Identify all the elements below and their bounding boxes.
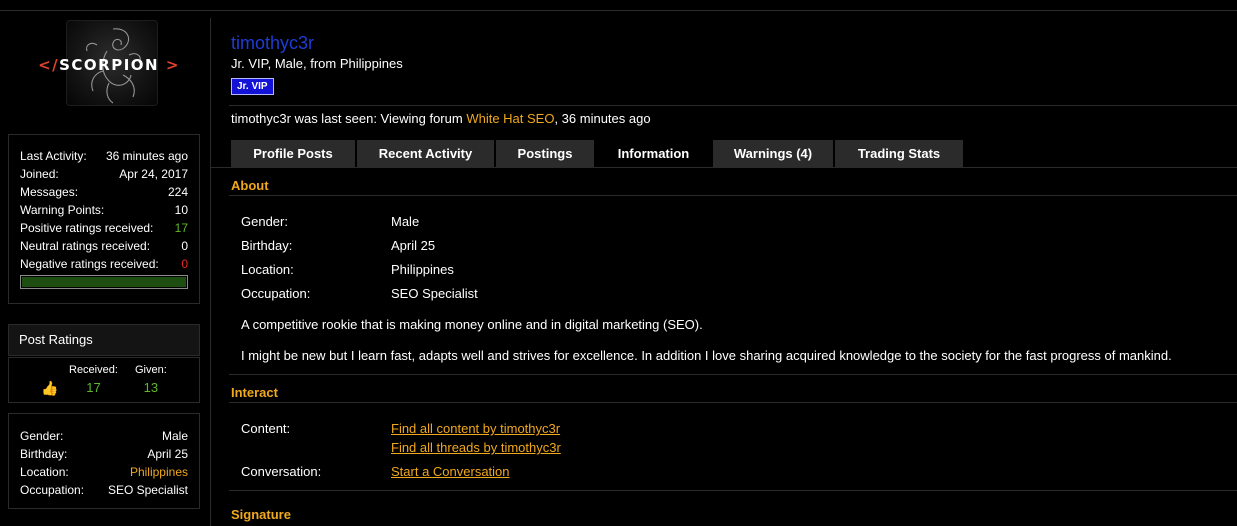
stat-label: Joined:: [20, 167, 59, 181]
logo: </SCORPION >: [34, 56, 184, 74]
stat-row: Warning Points: 10: [20, 201, 188, 219]
rating-bar-fill: [22, 277, 186, 287]
info-label: Location:: [20, 465, 69, 479]
neutral-ratings-value[interactable]: 0: [181, 237, 188, 255]
last-seen: timothyc3r was last seen: Viewing forum …: [231, 111, 651, 126]
post-ratings-panel: 👍 Received: 17 Given: 13: [8, 357, 200, 403]
stat-row: Negative ratings received: 0: [20, 255, 188, 273]
received-column: Received: 17: [69, 364, 118, 395]
about-value: Male: [391, 214, 420, 229]
user-title: Jr. VIP, Male, from Philippines: [231, 56, 403, 71]
received-label: Received:: [69, 364, 118, 376]
signature-heading: Signature: [231, 507, 291, 522]
tab-profile-posts[interactable]: Profile Posts: [231, 140, 355, 168]
find-threads-link[interactable]: Find all threads by timothyc3r: [391, 440, 561, 455]
tab-information[interactable]: Information: [596, 140, 711, 169]
stats-panel: Last Activity: 36 minutes ago Joined: Apr …: [8, 134, 200, 304]
info-row: Occupation: SEO Specialist: [20, 481, 188, 499]
stat-value: 36 minutes ago: [105, 149, 188, 163]
user-info-panel: Gender: Male Birthday: April 25 Location: P…: [8, 413, 200, 509]
info-value: April 25: [147, 447, 188, 461]
about-label: Gender:: [241, 214, 288, 229]
info-row: Gender: Male: [20, 427, 188, 445]
stat-label: Last Activity:: [20, 149, 87, 163]
given-column: Given: 13: [135, 364, 167, 395]
info-value: Male: [161, 429, 188, 443]
thumbs-up-icon: 👍: [41, 380, 59, 396]
content-label: Content:: [241, 421, 291, 436]
positive-ratings-value[interactable]: 17: [175, 219, 188, 237]
about-heading: About: [231, 178, 269, 193]
given-value: 13: [143, 380, 159, 395]
last-seen-prefix: timothyc3r was last seen: Viewing forum: [231, 111, 467, 126]
profile-main: timothyc3r Jr. VIP, Male, from Philippin…: [210, 18, 1237, 526]
stat-row: Messages: 224: [20, 183, 188, 201]
tab-recent-activity[interactable]: Recent Activity: [357, 140, 494, 168]
stat-value: 10: [174, 203, 188, 217]
about-label: Location:: [241, 262, 294, 277]
stat-row: Positive ratings received: 17: [20, 219, 188, 237]
conversation-label: Conversation:: [241, 464, 322, 479]
logo-bracket-close: >: [165, 56, 180, 74]
stat-label: Messages:: [20, 185, 79, 199]
find-content-link[interactable]: Find all content by timothyc3r: [391, 421, 560, 436]
divider: [229, 402, 1237, 403]
info-row: Birthday: April 25: [20, 445, 188, 463]
stat-row: Last Activity: 36 minutes ago: [20, 147, 188, 165]
username[interactable]: timothyc3r: [231, 33, 314, 54]
start-conversation-link[interactable]: Start a Conversation: [391, 464, 510, 479]
stat-label: Positive ratings received:: [20, 221, 154, 235]
info-value: SEO Specialist: [107, 483, 188, 497]
tabs-divider: [211, 167, 1237, 168]
info-label: Birthday:: [20, 447, 68, 461]
logo-bracket-open: </: [38, 56, 60, 74]
bio-paragraph: I might be new but I learn fast, adapts …: [241, 348, 1172, 363]
last-seen-forum-link[interactable]: White Hat SEO: [466, 111, 554, 126]
last-seen-suffix: , 36 minutes ago: [554, 111, 651, 126]
tab-trading-stats[interactable]: Trading Stats: [835, 140, 963, 168]
stat-label: Neutral ratings received:: [20, 239, 151, 253]
top-divider: [0, 10, 1237, 11]
user-badge: Jr. VIP: [231, 78, 274, 95]
given-label: Given:: [135, 364, 167, 376]
post-ratings-header: Post Ratings: [8, 324, 200, 356]
info-label: Gender:: [20, 429, 64, 443]
stat-row: Joined: Apr 24, 2017: [20, 165, 188, 183]
divider: [229, 490, 1237, 491]
info-label: Occupation:: [20, 483, 85, 497]
interact-heading: Interact: [231, 385, 278, 400]
info-row: Location: Philippines: [20, 463, 188, 481]
stat-value[interactable]: 224: [168, 183, 188, 201]
negative-ratings-value[interactable]: 0: [181, 255, 188, 273]
about-value: SEO Specialist: [391, 286, 478, 301]
about-label: Birthday:: [241, 238, 293, 253]
tab-postings[interactable]: Postings: [496, 140, 594, 168]
stat-label: Warning Points:: [20, 203, 105, 217]
logo-text: SCORPION: [59, 56, 160, 74]
tab-warnings[interactable]: Warnings (4): [713, 140, 833, 168]
divider: [229, 374, 1237, 375]
bio-paragraph: A competitive rookie that is making mone…: [241, 317, 703, 332]
avatar[interactable]: </SCORPION >: [8, 18, 200, 118]
about-value: April 25: [391, 238, 436, 253]
rating-bar: [20, 275, 188, 289]
stat-row: Neutral ratings received: 0: [20, 237, 188, 255]
stat-value: Apr 24, 2017: [119, 167, 188, 181]
stat-label: Negative ratings received:: [20, 257, 159, 271]
divider: [229, 195, 1237, 196]
about-value: Philippines: [391, 262, 454, 277]
location-link[interactable]: Philippines: [130, 463, 188, 481]
received-value: 17: [86, 380, 101, 395]
about-label: Occupation:: [241, 286, 311, 301]
divider: [229, 105, 1237, 106]
